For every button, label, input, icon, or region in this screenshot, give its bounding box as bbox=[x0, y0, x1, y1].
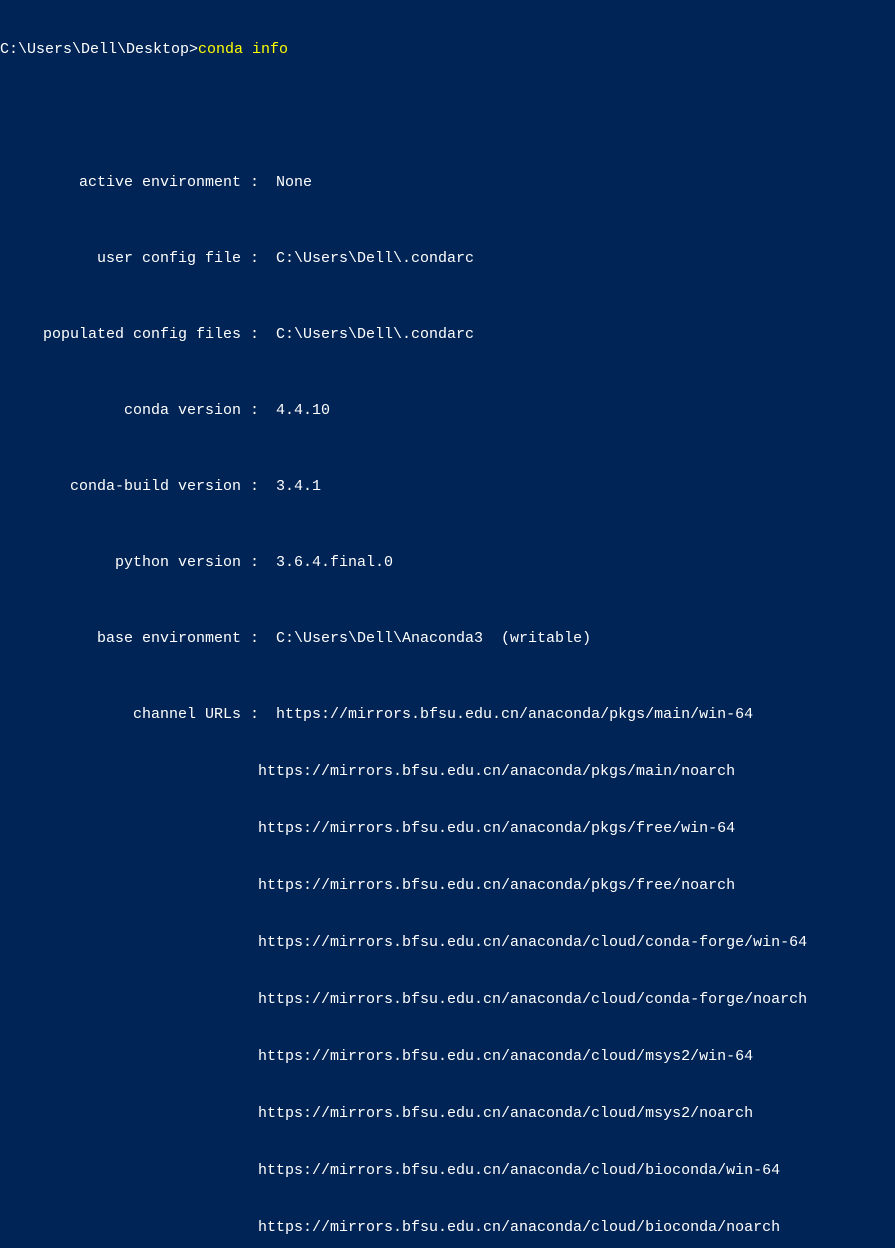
row-conda-version: conda version : 4.4.10 bbox=[0, 401, 895, 420]
prompt-path: C:\Users\Dell\Desktop> bbox=[0, 41, 198, 58]
value-channel-url-3: https://mirrors.bfsu.edu.cn/anaconda/pkg… bbox=[0, 876, 895, 895]
row-base-environment: base environment : C:\Users\Dell\Anacond… bbox=[0, 629, 895, 648]
prompt-line: C:\Users\Dell\Desktop>conda info bbox=[0, 40, 895, 59]
row-user-config-file: user config file : C:\Users\Dell\.condar… bbox=[0, 249, 895, 268]
value-channel-url-1: https://mirrors.bfsu.edu.cn/anaconda/pkg… bbox=[0, 762, 895, 781]
value-user-config-file: C:\Users\Dell\.condarc bbox=[276, 249, 895, 268]
value-conda-build-version: 3.4.1 bbox=[276, 477, 895, 496]
value-channel-url-2: https://mirrors.bfsu.edu.cn/anaconda/pkg… bbox=[0, 819, 895, 838]
terminal-output[interactable]: C:\Users\Dell\Desktop>conda info active … bbox=[0, 2, 895, 1248]
value-channel-url-5: https://mirrors.bfsu.edu.cn/anaconda/clo… bbox=[0, 990, 895, 1009]
label-conda-version: conda version bbox=[0, 401, 241, 420]
label-python-version: python version bbox=[0, 553, 241, 572]
value-conda-version: 4.4.10 bbox=[276, 401, 895, 420]
label-channel-urls: channel URLs bbox=[0, 705, 241, 724]
value-base-environment: C:\Users\Dell\Anaconda3 (writable) bbox=[276, 629, 895, 648]
label-active-environment: active environment bbox=[0, 173, 241, 192]
label-user-config-file: user config file bbox=[0, 249, 241, 268]
value-populated-config-files: C:\Users\Dell\.condarc bbox=[276, 325, 895, 344]
label-base-environment: base environment bbox=[0, 629, 241, 648]
separator: : bbox=[241, 173, 276, 192]
row-active-environment: active environment : None bbox=[0, 173, 895, 192]
value-channel-url-0: https://mirrors.bfsu.edu.cn/anaconda/pkg… bbox=[276, 705, 895, 724]
command-text: conda info bbox=[198, 41, 288, 58]
separator: : bbox=[241, 401, 276, 420]
separator: : bbox=[241, 553, 276, 572]
row-python-version: python version : 3.6.4.final.0 bbox=[0, 553, 895, 572]
separator: : bbox=[241, 249, 276, 268]
separator: : bbox=[241, 325, 276, 344]
value-active-environment: None bbox=[276, 173, 895, 192]
value-channel-url-7: https://mirrors.bfsu.edu.cn/anaconda/clo… bbox=[0, 1104, 895, 1123]
label-conda-build-version: conda-build version bbox=[0, 477, 241, 496]
value-channel-url-9: https://mirrors.bfsu.edu.cn/anaconda/clo… bbox=[0, 1218, 895, 1237]
value-python-version: 3.6.4.final.0 bbox=[276, 553, 895, 572]
separator: : bbox=[241, 705, 276, 724]
blank-line bbox=[0, 97, 895, 116]
value-channel-url-6: https://mirrors.bfsu.edu.cn/anaconda/clo… bbox=[0, 1047, 895, 1066]
row-channel-urls: channel URLs : https://mirrors.bfsu.edu.… bbox=[0, 705, 895, 724]
value-channel-url-4: https://mirrors.bfsu.edu.cn/anaconda/clo… bbox=[0, 933, 895, 952]
separator: : bbox=[241, 629, 276, 648]
value-channel-url-8: https://mirrors.bfsu.edu.cn/anaconda/clo… bbox=[0, 1161, 895, 1180]
row-populated-config-files: populated config files : C:\Users\Dell\.… bbox=[0, 325, 895, 344]
label-populated-config-files: populated config files bbox=[0, 325, 241, 344]
row-conda-build-version: conda-build version : 3.4.1 bbox=[0, 477, 895, 496]
separator: : bbox=[241, 477, 276, 496]
